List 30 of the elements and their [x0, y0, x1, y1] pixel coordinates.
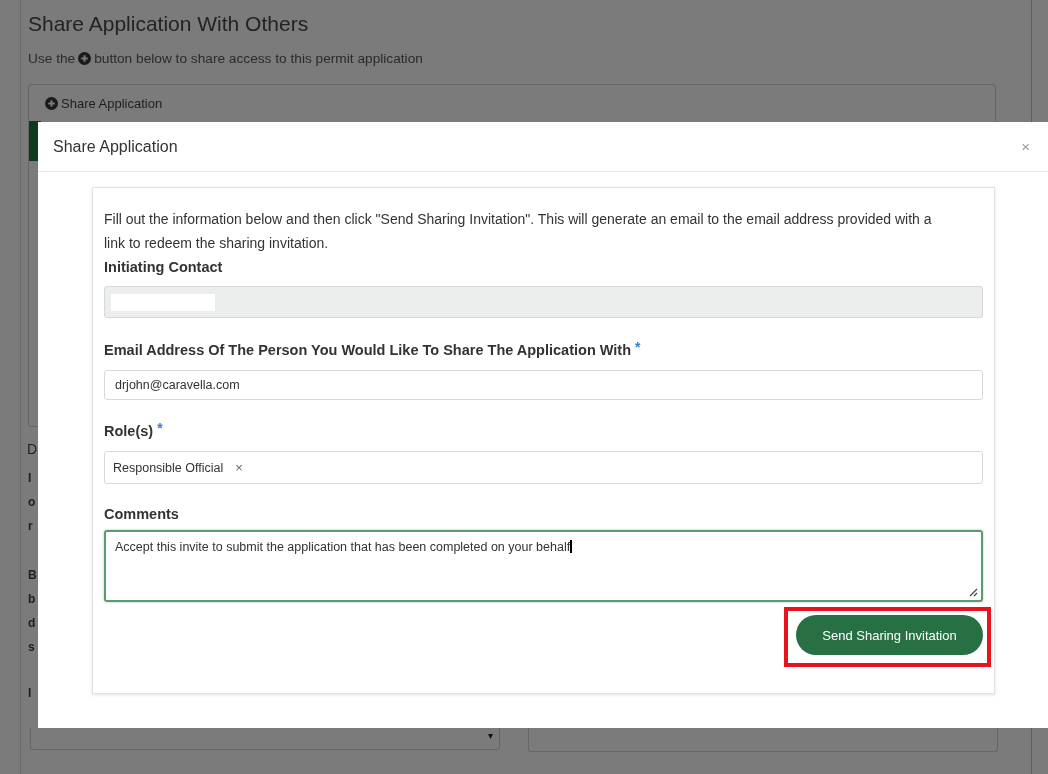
required-mark: * [635, 339, 641, 355]
instruction-text: Use the [28, 51, 76, 66]
cut-text: s [28, 639, 35, 656]
cut-text: r [28, 518, 33, 535]
cut-text: I [28, 470, 32, 487]
roles-select[interactable]: Responsible Official × [104, 451, 983, 484]
intro-text: Fill out the information below and then click "Send Sharing Invitation". This will generate an email to the email address provided with a link to redeem the sharing invitation. [104, 210, 933, 253]
instruction-text: button below to share access to this permit application [94, 51, 423, 66]
cut-text: b [28, 591, 36, 608]
send-invitation-button[interactable]: Send Sharing Invitation [796, 615, 983, 655]
email-input[interactable]: drjohn@caravella.com [104, 370, 983, 400]
cut-text: o [28, 494, 36, 511]
share-application-button[interactable]: Share Application [45, 96, 163, 111]
plus-circle-icon [78, 52, 92, 65]
field-label: Email Address Of The Person You Would Like To Share The Application With [104, 342, 632, 358]
remove-tag-button[interactable]: × [235, 460, 243, 475]
plus-circle-icon [45, 97, 58, 110]
required-mark: * [157, 420, 163, 436]
modal-title: Share Application [53, 137, 178, 156]
field-label: Comments [104, 506, 179, 522]
field-label: Initiating Contact [104, 259, 223, 275]
cut-text: d [28, 615, 36, 632]
page-title: Share Application With Others [28, 12, 309, 36]
cut-text: I [28, 685, 32, 702]
cut-text: B [28, 567, 37, 584]
comments-textarea[interactable]: Accept this invite to submit the application that has been completed on your behalf [104, 530, 983, 602]
field-label: Role(s) [104, 423, 154, 439]
role-tag: Responsible Official [113, 460, 224, 475]
section-heading: D [27, 440, 38, 459]
resize-handle-icon[interactable] [968, 587, 978, 597]
